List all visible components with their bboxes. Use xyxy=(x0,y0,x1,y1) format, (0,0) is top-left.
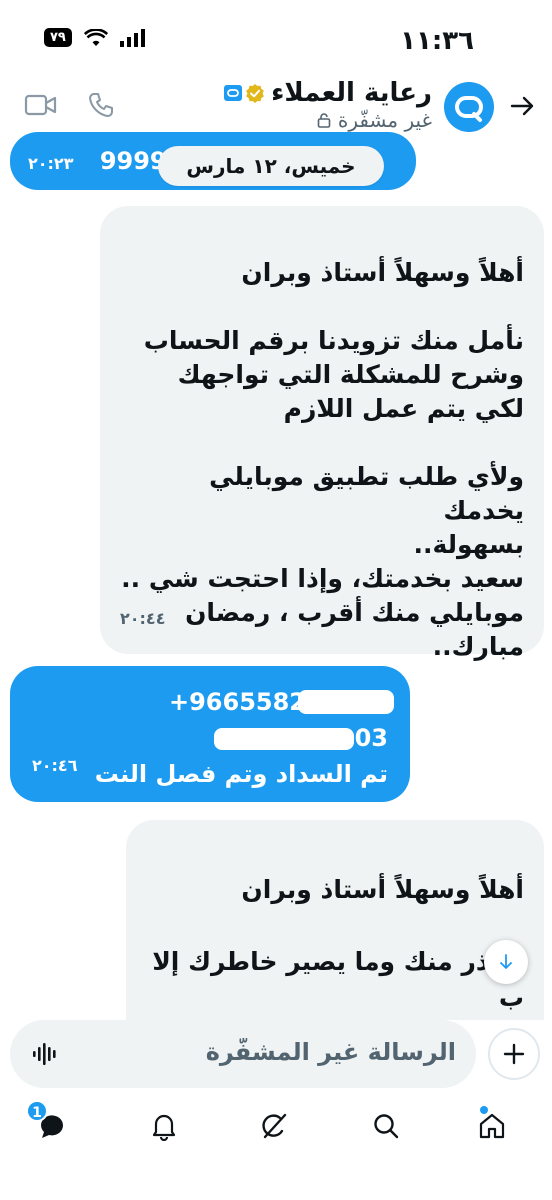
arrow-down-icon xyxy=(500,954,512,969)
verified-icon xyxy=(246,84,264,103)
message-time: ٢٠:٤٦ xyxy=(32,756,78,775)
message-time: ٢٠:٤٤ xyxy=(120,609,166,628)
date-separator: خميس، ١٢ مارس xyxy=(158,146,384,186)
message-account-number: 03 xyxy=(32,720,388,756)
message-bubble-sent[interactable]: +9665582 03 تم السداد وتم فصل النت ٢٠:٤٦ xyxy=(10,666,410,802)
plus-icon xyxy=(503,1043,525,1064)
scroll-to-bottom-button[interactable] xyxy=(484,940,528,984)
message-composer xyxy=(10,1020,476,1088)
badge-row xyxy=(223,83,265,103)
nav-messages[interactable]: 1 xyxy=(26,1100,74,1148)
home-icon xyxy=(479,1113,505,1139)
chat-title: رعاية العملاء xyxy=(271,78,432,108)
message-text: أهلاً وسهلاً أستاذ وبران نأمل منك تزويدن… xyxy=(121,258,524,661)
home-unread-dot xyxy=(480,1106,488,1114)
messages-count-badge: 1 xyxy=(26,1100,48,1122)
message-text: أهلاً وسهلاً أستاذ وبران نعتذر منك وما ي… xyxy=(152,875,524,1012)
back-arrow-icon[interactable] xyxy=(506,90,538,122)
brand-logo-icon xyxy=(455,96,483,122)
encryption-status: غير مشفّرة xyxy=(223,108,432,132)
signal-icon xyxy=(119,28,145,47)
notifications-icon xyxy=(152,1114,176,1141)
chat-header: رعاية العملاء غير مشفّرة xyxy=(0,78,552,136)
voice-message-icon[interactable] xyxy=(32,1042,60,1066)
message-bubble-received[interactable]: أهلاً وسهلاً أستاذ وبران نعتذر منك وما ي… xyxy=(126,820,544,1020)
grok-icon xyxy=(262,1113,287,1139)
battery-indicator: ٧٩ xyxy=(44,28,72,47)
avatar[interactable] xyxy=(444,82,494,132)
wifi-icon xyxy=(83,28,108,46)
chat-title-block[interactable]: رعاية العملاء غير مشفّرة xyxy=(223,78,432,132)
message-bubble-received[interactable]: أهلاً وسهلاً أستاذ وبران نأمل منك تزويدن… xyxy=(100,206,544,661)
search-icon xyxy=(374,1114,399,1139)
video-icon[interactable] xyxy=(24,92,58,118)
status-bar: ١١:٣٦ ٧٩ xyxy=(0,0,552,78)
nav-search[interactable] xyxy=(364,1104,408,1148)
bottom-navigation: 1 xyxy=(0,1098,552,1158)
nav-home[interactable] xyxy=(470,1104,514,1148)
phone-icon[interactable] xyxy=(86,90,116,120)
status-time: ١١:٣٦ xyxy=(400,26,474,56)
encryption-label: غير مشفّرة xyxy=(337,108,432,132)
message-input[interactable] xyxy=(76,1038,456,1066)
status-icons: ٧٩ xyxy=(44,28,145,47)
redaction-mark xyxy=(298,690,394,714)
message-text: تم السداد وتم فصل النت xyxy=(94,760,388,788)
message-time: ٢٠:٢٣ xyxy=(28,154,74,173)
redaction-mark xyxy=(214,728,354,750)
nav-grok[interactable] xyxy=(252,1104,296,1148)
chat-title-row: رعاية العملاء xyxy=(223,78,432,108)
nav-notifications[interactable] xyxy=(142,1104,186,1148)
add-attachment-button[interactable] xyxy=(488,1028,540,1080)
message-phone-number: +9665582 xyxy=(32,684,394,720)
brand-badge-icon xyxy=(224,85,243,101)
lock-icon xyxy=(317,113,331,128)
